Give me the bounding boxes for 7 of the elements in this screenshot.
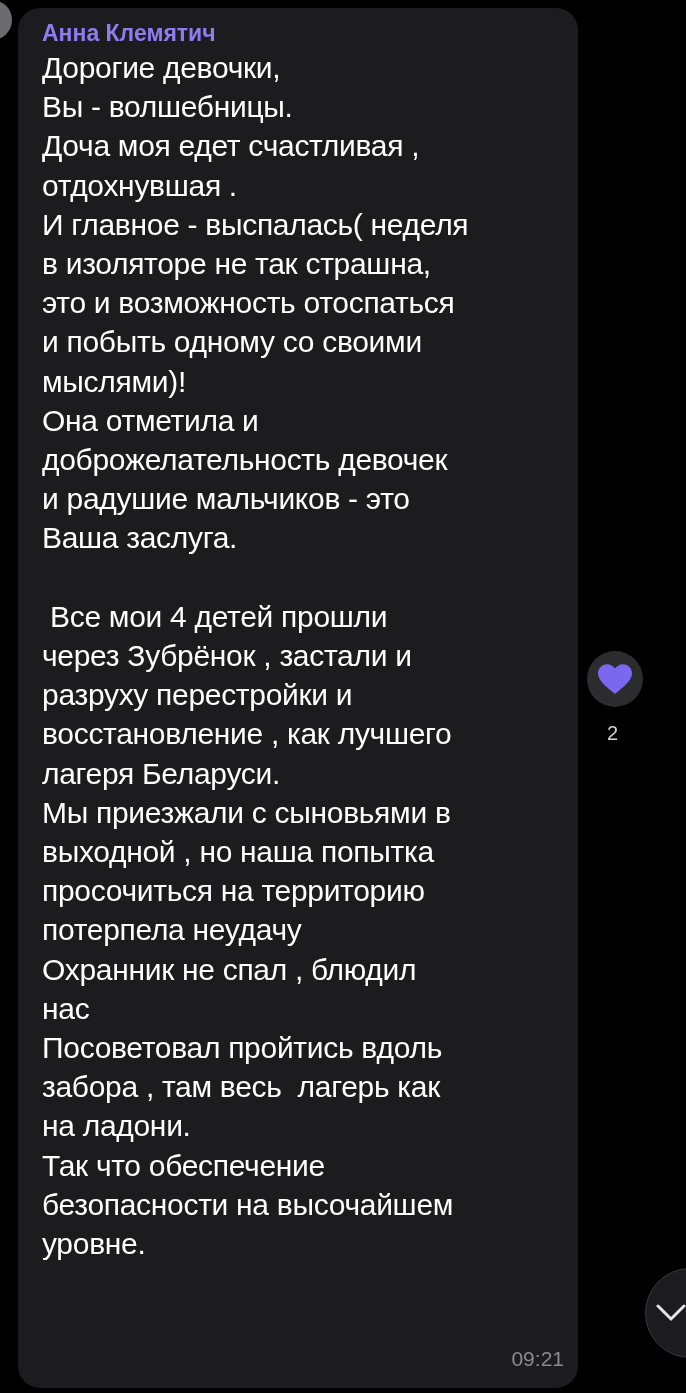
heart-icon: [598, 664, 632, 694]
sender-name: Анна Клемятич: [42, 20, 217, 46]
reaction-button[interactable]: [587, 651, 643, 707]
reaction-count: 2: [607, 721, 619, 746]
chevron-down-icon: [656, 1304, 686, 1322]
message-text: Дорогие девочки, Вы - волшебницы. Доча моя едет счастливая , отдохнувшая . И главное - выспалась( неделя в изоляторе не так страшна, это и возможность отоспаться и побыть одному со своими мыслями)! Она отметила и доброжелательность девочек и радушие мальчиков - это Ваша заслуга. Все мои 4 детей прошли через Зубрёнок , застали и разруху перестройки и восстановление , как лучшего лагеря Беларуси. Мы приезжали с сыновьями в выходной , но наша попытка просочиться на территорию потерпела неудачу Охранник не спал , блюдил нас Посоветовал пройтись вдоль забора , там весь лагерь как на ладони. Так что обеспечение безопасности на высочайшем уровне.: [42, 50, 470, 1263]
message-time: 09:21: [511, 1345, 564, 1372]
